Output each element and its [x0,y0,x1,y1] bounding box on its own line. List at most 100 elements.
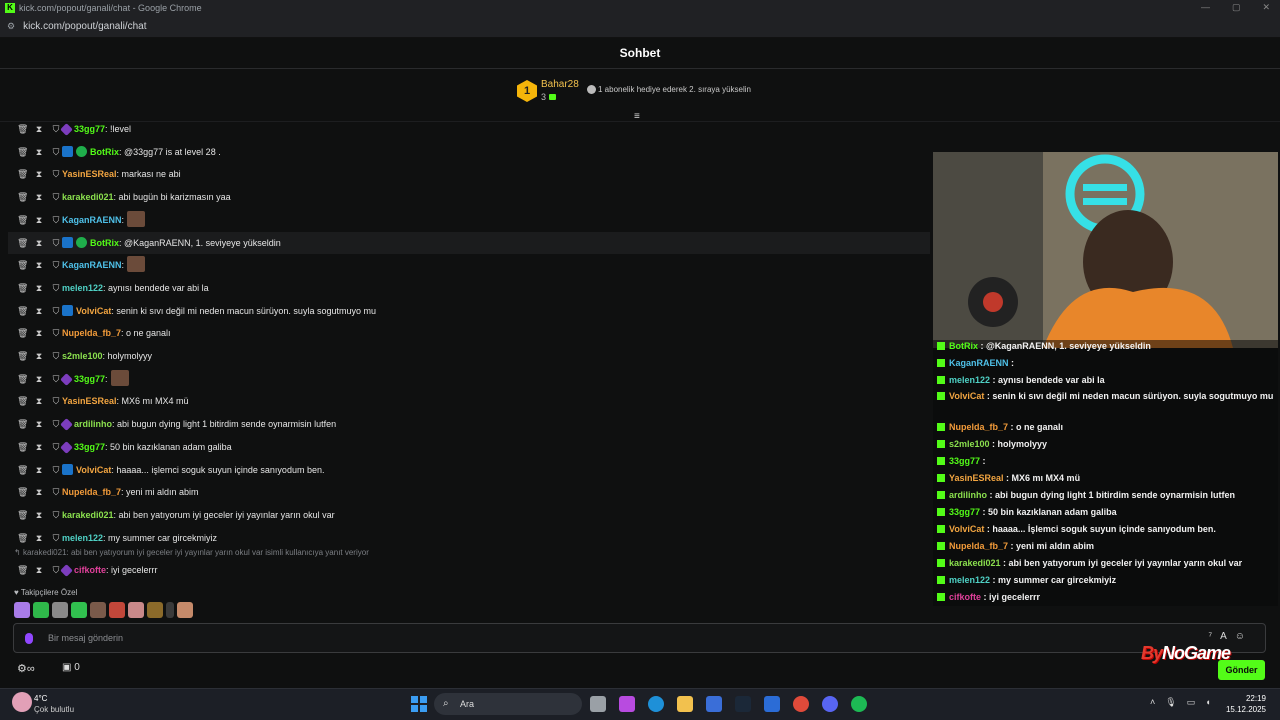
delete-icon[interactable]: 🗑 [17,277,28,299]
url-text[interactable]: kick.com/popout/ganali/chat [23,21,146,32]
ban-icon[interactable]: ⛉ [51,481,61,503]
message-username[interactable]: YasinESReal [62,396,117,406]
message-username[interactable]: VolviCat [76,465,111,475]
timeout-icon[interactable]: ⧗ [34,118,44,140]
timeout-icon[interactable]: ⧗ [34,254,44,276]
close-icon[interactable]: ✕ [1262,2,1270,13]
start-icon[interactable] [411,696,427,712]
ban-icon[interactable]: ⛉ [51,277,61,299]
delete-icon[interactable]: 🗑 [17,481,28,503]
delete-icon[interactable]: 🗑 [17,254,28,276]
ban-icon[interactable]: ⛉ [51,527,61,549]
timeout-icon[interactable]: ⧗ [34,481,44,503]
clock[interactable]: 22:19 15.12.2025 [1222,693,1266,715]
delete-icon[interactable]: 🗑 [17,209,28,231]
spotify-icon[interactable] [851,696,867,712]
delete-icon[interactable]: 🗑 [17,300,28,322]
system-tray[interactable]: ˄🎙▭◖ [1150,697,1221,708]
ban-icon[interactable]: ⛉ [51,345,61,367]
message-username[interactable]: Nupelda_fb_7 [62,487,121,497]
timeout-icon[interactable]: ⧗ [34,322,44,344]
chat-input[interactable]: Bir mesaj gönderin ⁷A☺ [13,623,1266,653]
delete-icon[interactable]: 🗑 [17,504,28,526]
message-username[interactable]: BotRix [90,238,119,248]
delete-icon[interactable]: 🗑 [17,368,28,390]
restore-icon[interactable]: ▢ [1232,2,1241,13]
delete-icon[interactable]: 🗑 [17,390,28,412]
timeout-icon[interactable]: ⧗ [34,436,44,458]
message-username[interactable]: melen122 [62,533,103,543]
message-username[interactable]: BotRix [90,147,119,157]
site-info-icon[interactable]: ⚙ [7,21,15,32]
file-explorer-icon[interactable] [677,696,693,712]
top-gifter-name[interactable]: Bahar28 [541,79,579,90]
timeout-icon[interactable]: ⧗ [34,504,44,526]
taskbar-search[interactable]: ⌕ Ara [434,693,582,715]
timeout-icon[interactable]: ⧗ [34,559,44,581]
message-username[interactable]: 33gg77 [74,442,105,452]
emote-1[interactable] [33,602,49,618]
message-username[interactable]: ardilinho [74,419,112,429]
ban-icon[interactable]: ⛉ [51,141,61,163]
timeout-icon[interactable]: ⧗ [34,141,44,163]
message-username[interactable]: s2mle100 [62,351,103,361]
delete-icon[interactable]: 🗑 [17,232,28,254]
ban-icon[interactable]: ⛉ [51,163,61,185]
weather-desc[interactable]: Çok bulutlu [34,705,74,714]
store-icon[interactable] [706,696,722,712]
message-username[interactable]: karakedi021 [62,192,114,202]
discord-icon[interactable] [822,696,838,712]
emote-image[interactable] [110,370,129,386]
delete-icon[interactable]: 🗑 [17,345,28,367]
message-username[interactable]: karakedi021 [62,510,114,520]
emote-image[interactable] [127,256,146,272]
timeout-icon[interactable]: ⧗ [34,186,44,208]
timeout-icon[interactable]: ⧗ [34,390,44,412]
emote-5[interactable] [109,602,125,618]
ban-icon[interactable]: ⛉ [51,390,61,412]
message-username[interactable]: cifkofte [74,565,106,575]
timeout-icon[interactable]: ⧗ [34,163,44,185]
emote-heart[interactable] [14,602,30,618]
task-view-icon[interactable] [590,696,606,712]
timeout-icon[interactable]: ⧗ [34,459,44,481]
edge-icon[interactable] [648,696,664,712]
address-bar[interactable]: ⚙ kick.com/popout/ganali/chat [0,16,1280,38]
message-username[interactable]: VolviCat [76,306,111,316]
message-username[interactable]: 33gg77 [74,374,105,384]
mail-icon[interactable] [764,696,780,712]
timeout-icon[interactable]: ⧗ [34,209,44,231]
emote-8[interactable] [166,602,174,618]
delete-icon[interactable]: 🗑 [17,322,28,344]
message-username[interactable]: YasinESReal [62,169,117,179]
mic-icon[interactable] [25,633,33,644]
delete-icon[interactable]: 🗑 [17,141,28,163]
emote-9[interactable] [177,602,193,618]
timeout-icon[interactable]: ⧗ [34,413,44,435]
weather-icon[interactable] [12,692,32,712]
translate-icon[interactable]: ⁷A [1208,631,1234,642]
ban-icon[interactable]: ⛉ [51,209,61,231]
timeout-icon[interactable]: ⧗ [34,345,44,367]
chat-input-placeholder[interactable]: Bir mesaj gönderin [48,633,123,643]
emote-6[interactable] [128,602,144,618]
delete-icon[interactable]: 🗑 [17,413,28,435]
timeout-icon[interactable]: ⧗ [34,368,44,390]
ban-icon[interactable]: ⛉ [51,232,61,254]
message-username[interactable]: KaganRAENN [62,260,122,270]
timeout-icon[interactable]: ⧗ [34,527,44,549]
emote-7[interactable] [147,602,163,618]
weather-temp[interactable]: 4°C [34,694,47,703]
delete-icon[interactable]: 🗑 [17,527,28,549]
steam-icon[interactable] [735,696,751,712]
ban-icon[interactable]: ⛉ [51,459,61,481]
ban-icon[interactable]: ⛉ [51,254,61,276]
delete-icon[interactable]: 🗑 [17,186,28,208]
emote-2[interactable] [52,602,68,618]
message-username[interactable]: 33gg77 [74,124,105,134]
emote-3[interactable] [71,602,87,618]
delete-icon[interactable]: 🗑 [17,459,28,481]
delete-icon[interactable]: 🗑 [17,118,28,140]
emote-4[interactable] [90,602,106,618]
delete-icon[interactable]: 🗑 [17,163,28,185]
